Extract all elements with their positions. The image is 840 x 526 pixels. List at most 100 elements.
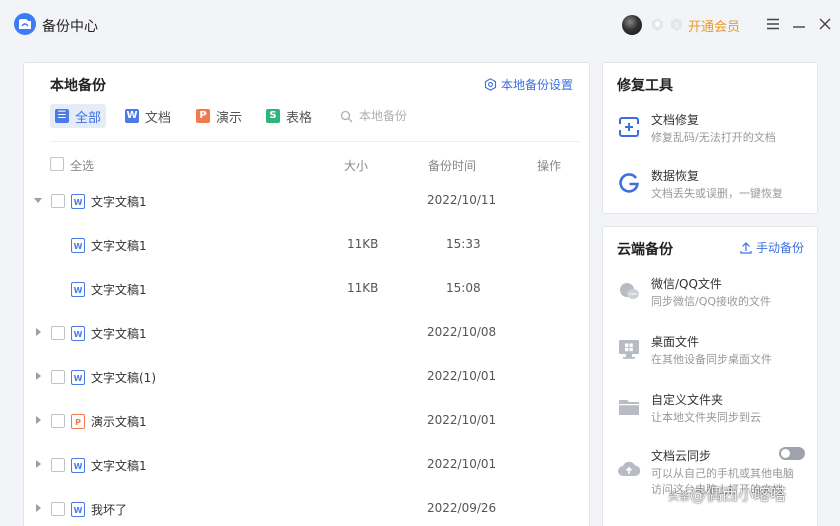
cloud-upload-icon: [618, 461, 641, 476]
word-doc-icon: W: [71, 194, 85, 209]
row-checkbox[interactable]: [51, 502, 65, 516]
backup-time-column-header: 备份时间: [428, 159, 477, 173]
local-backup-search[interactable]: [340, 104, 449, 128]
watermark-text: @偶西小喀嗒: [690, 485, 787, 504]
backup-time: 2022/09/26: [427, 501, 497, 515]
row-checkbox[interactable]: [51, 370, 65, 384]
manual-backup-link[interactable]: 手动备份: [740, 239, 804, 256]
document-repair-title: 文档修复: [651, 113, 700, 127]
svg-text:W: W: [74, 374, 83, 383]
wechat-qq-files-desc: 同步微信/QQ接收的文件: [651, 295, 772, 308]
filter-presentations-label: 演示: [216, 110, 243, 126]
file-name: 我坏了: [91, 503, 128, 517]
search-input[interactable]: [359, 109, 449, 123]
svg-text:P: P: [75, 418, 81, 427]
document-repair-icon: [618, 117, 640, 137]
table-row[interactable]: W 文字文稿(1) 2022/10/01: [24, 355, 591, 399]
file-name: 文字文稿1: [91, 239, 147, 253]
expand-arrow-icon[interactable]: [33, 503, 43, 513]
local-backup-panel: 本地备份 本地备份设置 ☰ 全部 W 文档 P 演示 S 表格 全选 大小 备份…: [23, 62, 590, 526]
table-row[interactable]: W 文字文稿1 11KB 15:08: [24, 267, 591, 311]
settings-gear-icon: [484, 78, 497, 91]
row-checkbox[interactable]: [51, 458, 65, 472]
document-cloud-sync-desc: 可以从自己的手机或其他电脑: [651, 467, 794, 480]
local-backup-title: 本地备份: [50, 78, 106, 94]
backup-time: 2022/10/01: [427, 457, 497, 471]
filter-spreadsheets[interactable]: S 表格: [261, 104, 317, 128]
minimize-icon[interactable]: [790, 15, 808, 33]
cloud-backup-title: 云端备份: [617, 242, 673, 258]
file-name: 文字文稿1: [91, 195, 147, 209]
collapse-arrow-icon[interactable]: [33, 195, 43, 205]
backup-time: 15:33: [446, 237, 481, 251]
filter-documents-label: 文档: [145, 110, 172, 126]
settings-link-label: 本地备份设置: [501, 78, 574, 92]
folder-icon: [619, 400, 639, 415]
select-all-checkbox[interactable]: [50, 157, 64, 171]
manual-backup-label: 手动备份: [756, 241, 805, 255]
table-row[interactable]: W 文字文稿1 2022/10/11: [24, 179, 591, 223]
row-checkbox[interactable]: [51, 326, 65, 340]
word-doc-icon: W: [125, 109, 139, 123]
cloud-sync-toggle[interactable]: [779, 447, 805, 460]
data-recovery-item[interactable]: 数据恢复 文档丢失或误删，一键恢复: [603, 163, 817, 207]
filter-all[interactable]: ☰ 全部: [50, 104, 107, 128]
word-doc-icon: W: [71, 326, 85, 341]
document-repair-desc: 修复乱码/无法打开的文档: [651, 131, 776, 144]
presentation-doc-icon: P: [71, 414, 85, 429]
desktop-files-title: 桌面文件: [651, 335, 700, 349]
svg-text:W: W: [74, 506, 83, 515]
custom-folder-desc: 让本地文件夹同步到云: [651, 411, 761, 424]
watermark-prefix: 头条: [668, 490, 690, 503]
watermark: 头条@偶西小喀嗒: [668, 481, 786, 505]
svg-text:W: W: [74, 286, 83, 295]
wechat-qq-files-item[interactable]: 微信/QQ文件 同步微信/QQ接收的文件: [603, 271, 817, 315]
user-avatar[interactable]: [622, 15, 642, 35]
level-badge-icon: S: [671, 18, 682, 31]
file-name: 文字文稿(1): [91, 371, 156, 385]
table-row[interactable]: W 文字文稿1 2022/10/01: [24, 443, 591, 487]
backup-time: 2022/10/11: [427, 193, 497, 207]
table-row[interactable]: W 我坏了 2022/09/26: [24, 487, 591, 526]
svg-text:W: W: [74, 330, 83, 339]
repair-tools-title: 修复工具: [617, 78, 673, 94]
filter-presentations[interactable]: P 演示: [191, 104, 247, 128]
size-column-header: 大小: [344, 159, 369, 173]
file-name: 文字文稿1: [91, 283, 147, 297]
document-repair-item[interactable]: 文档修复 修复乱码/无法打开的文档: [603, 107, 817, 151]
menu-icon[interactable]: [764, 15, 782, 33]
row-checkbox[interactable]: [51, 414, 65, 428]
local-backup-settings-link[interactable]: 本地备份设置: [484, 76, 573, 93]
svg-text:W: W: [74, 462, 83, 471]
desktop-files-item[interactable]: 桌面文件 在其他设备同步桌面文件: [603, 329, 817, 373]
expand-arrow-icon[interactable]: [33, 415, 43, 425]
expand-arrow-icon[interactable]: [33, 459, 43, 469]
filter-spreadsheets-label: 表格: [286, 110, 313, 126]
word-doc-icon: W: [71, 238, 85, 253]
upload-icon: [740, 241, 752, 254]
row-checkbox[interactable]: [51, 194, 65, 208]
data-recovery-icon: [619, 173, 639, 193]
table-row[interactable]: W 文字文稿1 11KB 15:33: [24, 223, 591, 267]
table-row[interactable]: W 文字文稿1 2022/10/08: [24, 311, 591, 355]
data-recovery-title: 数据恢复: [651, 169, 700, 183]
backup-time: 2022/10/01: [427, 369, 497, 383]
open-membership-link[interactable]: 开通会员: [688, 16, 740, 35]
close-icon[interactable]: [816, 15, 834, 33]
desktop-monitor-icon: [619, 340, 639, 359]
table-row[interactable]: P 演示文稿1 2022/10/01: [24, 399, 591, 443]
file-name: 演示文稿1: [91, 415, 147, 429]
app-title: 备份中心: [42, 19, 98, 35]
search-icon: [340, 110, 353, 122]
backup-center-logo-icon: [14, 13, 36, 35]
custom-folder-item[interactable]: 自定义文件夹 让本地文件夹同步到云: [603, 387, 817, 431]
expand-arrow-icon[interactable]: [33, 327, 43, 337]
file-size: 11KB: [347, 237, 379, 251]
custom-folder-title: 自定义文件夹: [651, 393, 724, 407]
member-badge-icon: [652, 18, 663, 31]
desktop-files-desc: 在其他设备同步桌面文件: [651, 353, 772, 366]
filter-documents[interactable]: W 文档: [120, 104, 176, 128]
select-all-label: 全选: [70, 159, 95, 173]
expand-arrow-icon[interactable]: [33, 371, 43, 381]
word-doc-icon: W: [71, 282, 85, 297]
